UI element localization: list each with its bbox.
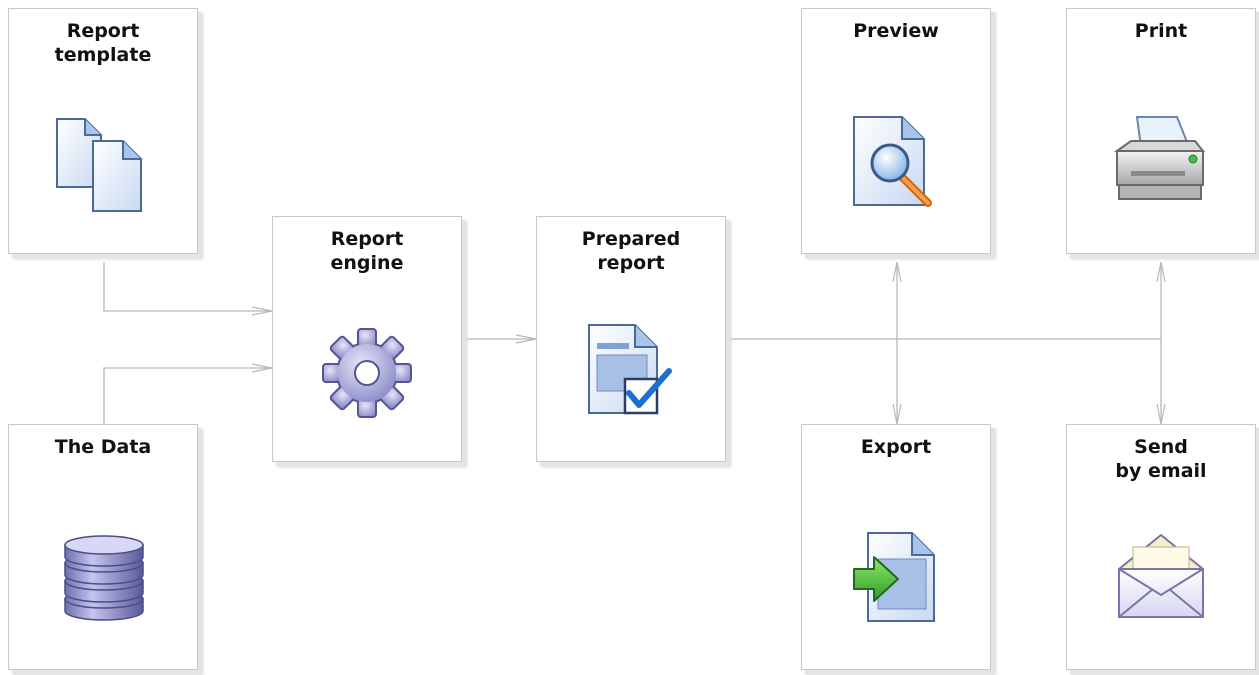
node-report-engine-label: Report engine	[330, 228, 404, 274]
checked-document-icon	[588, 324, 672, 415]
node-preview-label: Preview	[853, 20, 939, 42]
node-print: Print	[1066, 8, 1256, 254]
node-the-data-label: The Data	[54, 436, 152, 458]
printer-icon	[1113, 116, 1206, 200]
node-preview: Preview	[801, 8, 991, 254]
gear-icon	[322, 328, 412, 418]
edge-template-to-engine	[103, 262, 272, 311]
node-prepared-report: Prepared report	[536, 216, 726, 462]
node-report-engine: Report engine	[272, 216, 462, 462]
database-icon	[64, 535, 144, 621]
export-document-icon	[853, 532, 935, 622]
node-prepared-report-label: Prepared report	[581, 228, 681, 274]
report-workflow-diagram: Report template The Data Report engine P…	[0, 0, 1259, 675]
node-export: Export	[801, 424, 991, 670]
node-print-label: Print	[1134, 20, 1188, 42]
edge-data-to-engine	[103, 368, 272, 425]
node-export-label: Export	[860, 436, 932, 458]
node-the-data: The Data	[8, 424, 198, 670]
node-report-template-label: Report template	[54, 20, 152, 66]
documents-icon	[56, 118, 142, 212]
magnifier-document-icon	[853, 116, 932, 207]
envelope-icon	[1118, 534, 1204, 618]
node-send-by-email: Send by email	[1066, 424, 1256, 670]
node-report-template: Report template	[8, 8, 198, 254]
node-send-by-email-label: Send by email	[1115, 436, 1207, 482]
